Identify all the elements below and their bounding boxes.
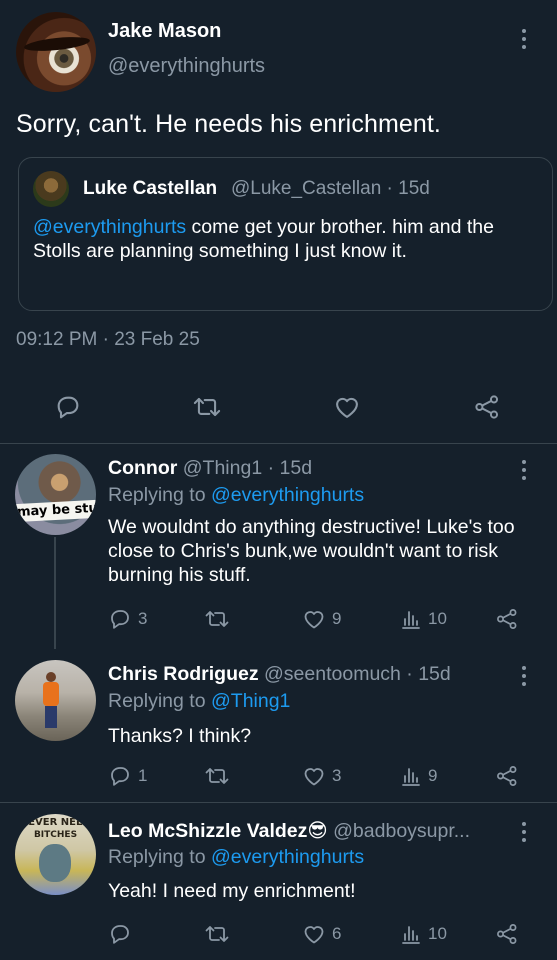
like-icon — [304, 926, 324, 944]
like-count: 6 — [332, 924, 342, 943]
quoted-tweet-text: @everythinghurts come get your brother. … — [33, 215, 538, 263]
share-icon — [497, 924, 517, 944]
reply-author-name[interactable]: Chris Rodriguez — [108, 663, 259, 685]
reply-button[interactable]: 1 — [108, 764, 147, 788]
replying-to-line: Replying to @everythinghurts — [108, 846, 364, 869]
quoted-author-handle: @Luke_Castellan · 15d — [231, 178, 430, 199]
reply-icon — [111, 610, 129, 629]
like-button[interactable]: 9 — [302, 607, 341, 631]
share-button[interactable] — [495, 764, 519, 788]
views-button[interactable]: 10 — [400, 607, 447, 631]
reply-count: 3 — [138, 609, 148, 628]
reply-icon — [111, 767, 129, 786]
like-count: 3 — [332, 766, 342, 785]
author-avatar[interactable] — [16, 12, 96, 92]
like-count: 9 — [332, 609, 342, 628]
reply-avatar[interactable]: NEVER NEED BITCHES — [15, 814, 96, 895]
retweet-button[interactable] — [192, 393, 222, 421]
like-button[interactable]: 3 — [302, 764, 341, 788]
avatar-caption-top: NEVER NEED — [19, 817, 92, 828]
more-options-icon[interactable] — [521, 666, 527, 686]
reply-author-handle[interactable]: @Thing1 · 15d — [183, 457, 312, 479]
like-icon — [304, 611, 324, 629]
views-icon — [402, 768, 420, 786]
main-tweet: Jake Mason @everythinghurts Sorry, can't… — [0, 0, 557, 444]
reply-author-handle[interactable]: @badboysupr... — [333, 820, 470, 842]
reply-action-bar: 1 3 9 — [0, 764, 557, 794]
more-options-icon[interactable] — [521, 29, 527, 49]
views-button[interactable]: 9 — [400, 764, 437, 788]
view-count: 10 — [428, 609, 447, 628]
retweet-icon — [193, 397, 221, 417]
reply-avatar[interactable] — [15, 660, 96, 741]
replying-to-mention[interactable]: @everythinghurts — [211, 846, 364, 868]
reply-author-name[interactable]: Connor — [108, 457, 177, 479]
reply-author-handle[interactable]: @seentoomuch · 15d — [264, 663, 451, 685]
retweet-button[interactable] — [204, 607, 236, 631]
more-options-icon[interactable] — [521, 460, 527, 480]
quoted-tweet[interactable]: Luke Castellan @Luke_Castellan · 15d @ev… — [18, 157, 553, 311]
share-button[interactable] — [495, 922, 519, 946]
reply-button[interactable] — [108, 922, 138, 946]
reply-button[interactable]: 3 — [108, 607, 147, 631]
retweet-icon — [205, 926, 229, 942]
avatar-caption-bottom: BITCHES — [33, 830, 78, 840]
reply-text: Thanks? I think? — [108, 725, 252, 747]
share-icon — [475, 395, 499, 419]
reply-button[interactable] — [54, 393, 82, 421]
reply-avatar[interactable]: may be stupi — [15, 454, 96, 535]
replying-to-mention[interactable]: @Thing1 — [211, 690, 290, 712]
like-icon — [336, 397, 358, 418]
reply-action-bar: 3 9 10 — [0, 607, 557, 637]
views-button[interactable]: 10 — [400, 922, 447, 946]
view-count: 10 — [428, 924, 447, 943]
quoted-author-avatar — [33, 171, 69, 207]
tweet-text: Sorry, can't. He needs his enrichment. — [16, 110, 441, 138]
reply-count: 1 — [138, 766, 148, 785]
reply-tweet[interactable]: NEVER NEED BITCHES Leo McShizzle Valdez😎… — [0, 803, 557, 960]
share-button[interactable] — [495, 607, 519, 631]
like-button[interactable]: 6 — [302, 922, 341, 946]
reply-header: Leo McShizzle Valdez😎 @badboysupr... — [108, 819, 470, 843]
reply-action-bar: 6 10 — [0, 922, 557, 952]
reply-tweet[interactable]: may be stupi Connor @Thing1 · 15d Replyi… — [0, 445, 557, 649]
reply-icon — [57, 396, 79, 419]
reply-author-name[interactable]: Leo McShizzle Valdez😎 — [108, 820, 328, 842]
retweet-icon — [205, 611, 229, 627]
main-action-bar — [0, 385, 557, 429]
views-icon — [402, 926, 420, 944]
author-name[interactable]: Jake Mason — [108, 20, 221, 43]
quoted-mention[interactable]: @everythinghurts — [33, 216, 186, 238]
quoted-author-name: Luke Castellan — [83, 178, 218, 199]
reply-icon — [111, 925, 129, 944]
reply-text: Yeah! I need my enrichment! — [108, 880, 356, 902]
replying-to-label: Replying to — [108, 484, 211, 506]
share-button[interactable] — [472, 393, 502, 421]
reply-header: Chris Rodriguez @seentoomuch · 15d — [108, 663, 451, 686]
replying-to-line: Replying to @everythinghurts — [108, 484, 364, 507]
reply-text: We wouldnt do anything destructive! Luke… — [108, 516, 515, 586]
reply-header: Connor @Thing1 · 15d — [108, 457, 312, 480]
reply-tweet[interactable]: Chris Rodriguez @seentoomuch · 15d Reply… — [0, 650, 557, 800]
replying-to-label: Replying to — [108, 846, 211, 868]
author-handle[interactable]: @everythinghurts — [108, 55, 265, 78]
replying-to-line: Replying to @Thing1 — [108, 690, 290, 713]
retweet-button[interactable] — [204, 764, 236, 788]
retweet-icon — [205, 768, 229, 784]
more-options-icon[interactable] — [521, 822, 527, 842]
avatar-caption: may be stupi — [15, 499, 96, 523]
like-button[interactable] — [332, 393, 362, 421]
replying-to-mention[interactable]: @everythinghurts — [211, 484, 364, 506]
retweet-button[interactable] — [204, 922, 236, 946]
view-count: 9 — [428, 766, 438, 785]
tweet-timestamp: 09:12 PM · 23 Feb 25 — [16, 329, 200, 350]
replying-to-label: Replying to — [108, 690, 211, 712]
like-icon — [304, 768, 324, 786]
share-icon — [497, 609, 517, 629]
share-icon — [497, 766, 517, 786]
views-icon — [402, 611, 420, 629]
